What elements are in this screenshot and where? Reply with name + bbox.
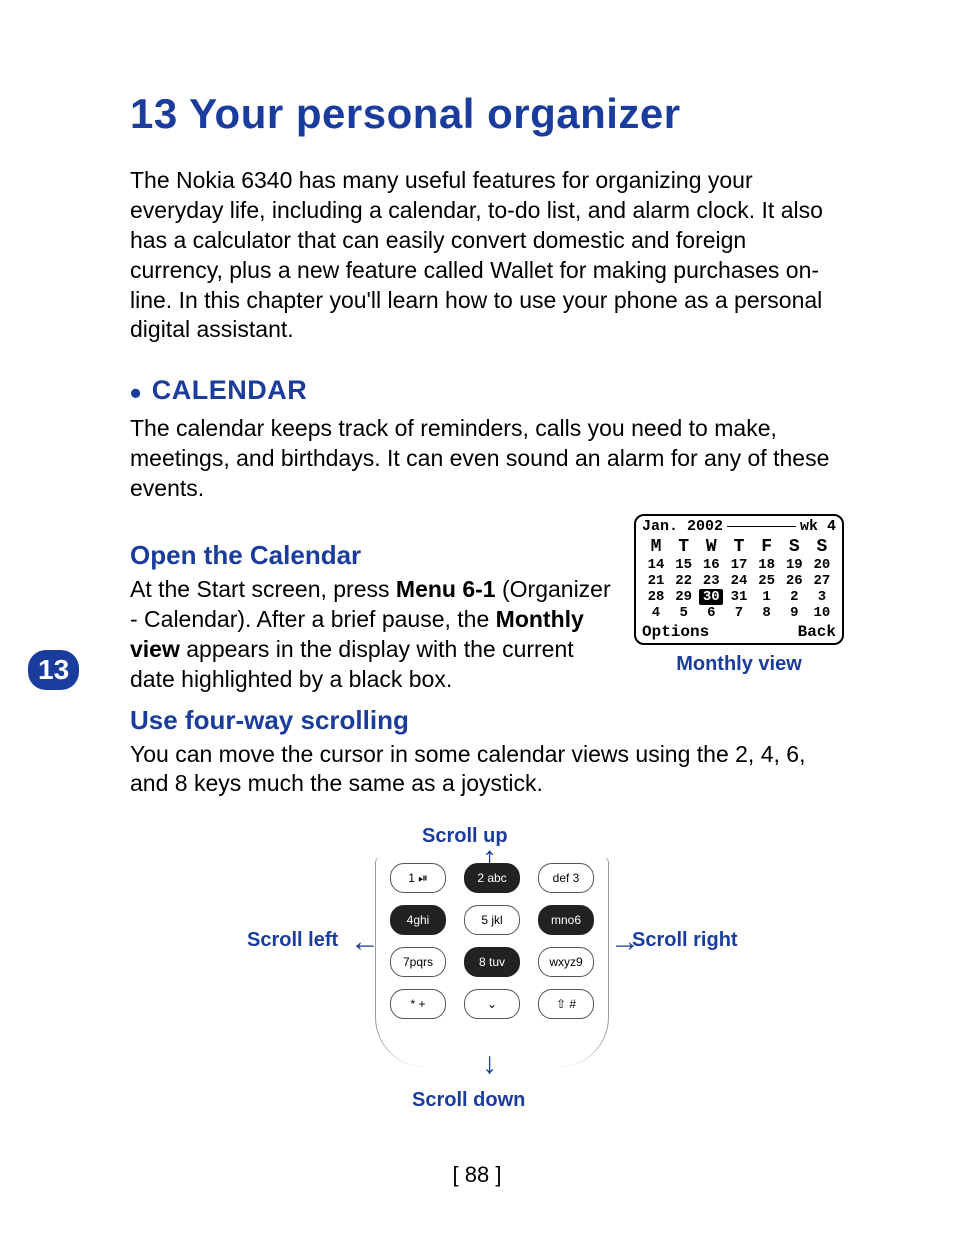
calendar-cell: 24 xyxy=(727,573,751,589)
calendar-week: wk 4 xyxy=(800,518,836,535)
calendar-cell: 10 xyxy=(810,605,834,621)
key-3: def 3 xyxy=(538,863,594,893)
key-5: 5 jkl xyxy=(464,905,520,935)
calendar-row: 28 29 30 31 1 2 3 xyxy=(642,589,836,605)
open-text-post: appears in the display with the current … xyxy=(130,636,574,692)
arrow-right-icon: → xyxy=(610,925,640,959)
calendar-row: 21 22 23 24 25 26 27 xyxy=(642,573,836,589)
subheading-open-calendar: Open the Calendar xyxy=(130,540,614,571)
phone-screen: Jan. 2002 wk 4 M T W T F S S 14 15 16 xyxy=(634,514,844,645)
calendar-cell: 2 xyxy=(782,589,806,605)
calendar-month: Jan. 2002 xyxy=(642,518,723,535)
section-heading-text: CALENDAR xyxy=(152,375,308,405)
calendar-figure: Jan. 2002 wk 4 M T W T F S S 14 15 16 xyxy=(634,514,844,676)
day-header: M xyxy=(644,537,668,557)
calendar-cell: 9 xyxy=(782,605,806,621)
calendar-cell: 3 xyxy=(810,589,834,605)
label-scroll-down: Scroll down xyxy=(412,1089,525,1112)
key-1: 1 ⏯ xyxy=(390,863,446,893)
menu-ref: Menu 6-1 xyxy=(396,576,496,602)
calendar-day-headers: M T W T F S S xyxy=(642,537,836,557)
section-text: The calendar keeps track of reminders, c… xyxy=(130,414,844,504)
label-scroll-right: Scroll right xyxy=(632,929,738,952)
manual-page: 13 13 Your personal organizer The Nokia … xyxy=(0,0,954,1248)
calendar-cell: 16 xyxy=(699,557,723,573)
chapter-number: 13 xyxy=(130,90,178,137)
key-0: ⌄ xyxy=(464,989,520,1019)
key-9: wxyz9 xyxy=(538,947,594,977)
key-star: * + xyxy=(390,989,446,1019)
calendar-cell: 1 xyxy=(755,589,779,605)
calendar-cell: 21 xyxy=(644,573,668,589)
key-7: 7pqrs xyxy=(390,947,446,977)
day-header: S xyxy=(782,537,806,557)
calendar-cell: 15 xyxy=(672,557,696,573)
calendar-cell: 27 xyxy=(810,573,834,589)
calendar-cell: 4 xyxy=(644,605,668,621)
figure-caption: Monthly view xyxy=(634,653,844,676)
chapter-title-text: Your personal organizer xyxy=(189,90,681,137)
label-scroll-left: Scroll left xyxy=(247,929,338,952)
intro-paragraph: The Nokia 6340 has many useful features … xyxy=(130,166,844,345)
chapter-tab: 13 xyxy=(28,650,79,690)
softkey-right: Back xyxy=(798,623,836,641)
day-header: T xyxy=(727,537,751,557)
calendar-cell: 14 xyxy=(644,557,668,573)
key-hash: ⇧ # xyxy=(538,989,594,1019)
calendar-cell: 20 xyxy=(810,557,834,573)
calendar-cell: 8 xyxy=(755,605,779,621)
keypad-figure: Scroll up Scroll down Scroll left Scroll… xyxy=(212,829,762,1119)
calendar-cell: 23 xyxy=(699,573,723,589)
calendar-divider xyxy=(727,526,796,527)
calendar-cell: 26 xyxy=(782,573,806,589)
calendar-row: 4 5 6 7 8 9 10 xyxy=(642,605,836,621)
key-2: 2 abc xyxy=(464,863,520,893)
open-calendar-text: At the Start screen, press Menu 6-1 (Org… xyxy=(130,575,614,695)
calendar-cell: 5 xyxy=(672,605,696,621)
calendar-cell: 6 xyxy=(699,605,723,621)
calendar-cell: 18 xyxy=(755,557,779,573)
open-text-pre: At the Start screen, press xyxy=(130,576,396,602)
calendar-cell: 29 xyxy=(672,589,696,605)
page-number: [ 88 ] xyxy=(0,1162,954,1188)
calendar-cell: 31 xyxy=(727,589,751,605)
day-header: S xyxy=(810,537,834,557)
calendar-cell: 22 xyxy=(672,573,696,589)
softkey-left: Options xyxy=(642,623,709,641)
chapter-title: 13 Your personal organizer xyxy=(130,90,844,138)
key-6: mno6 xyxy=(538,905,594,935)
phone-keypad: 1 ⏯ 2 abc def 3 4ghi 5 jkl mno6 7pqrs 8 … xyxy=(375,857,609,1067)
day-header: W xyxy=(699,537,723,557)
calendar-cell: 17 xyxy=(727,557,751,573)
calendar-cell: 19 xyxy=(782,557,806,573)
key-4: 4ghi xyxy=(390,905,446,935)
section-heading-calendar: •CALENDAR xyxy=(130,375,844,406)
calendar-row: 14 15 16 17 18 19 20 xyxy=(642,557,836,573)
calendar-cell: 28 xyxy=(644,589,668,605)
day-header: T xyxy=(672,537,696,557)
key-8: 8 tuv xyxy=(464,947,520,977)
subheading-scrolling: Use four-way scrolling xyxy=(130,705,844,736)
calendar-cell-selected: 30 xyxy=(699,589,723,605)
open-calendar-block: Open the Calendar At the Start screen, p… xyxy=(130,514,844,695)
calendar-cell: 7 xyxy=(727,605,751,621)
scrolling-text: You can move the cursor in some calendar… xyxy=(130,740,844,800)
day-header: F xyxy=(755,537,779,557)
calendar-cell: 25 xyxy=(755,573,779,589)
